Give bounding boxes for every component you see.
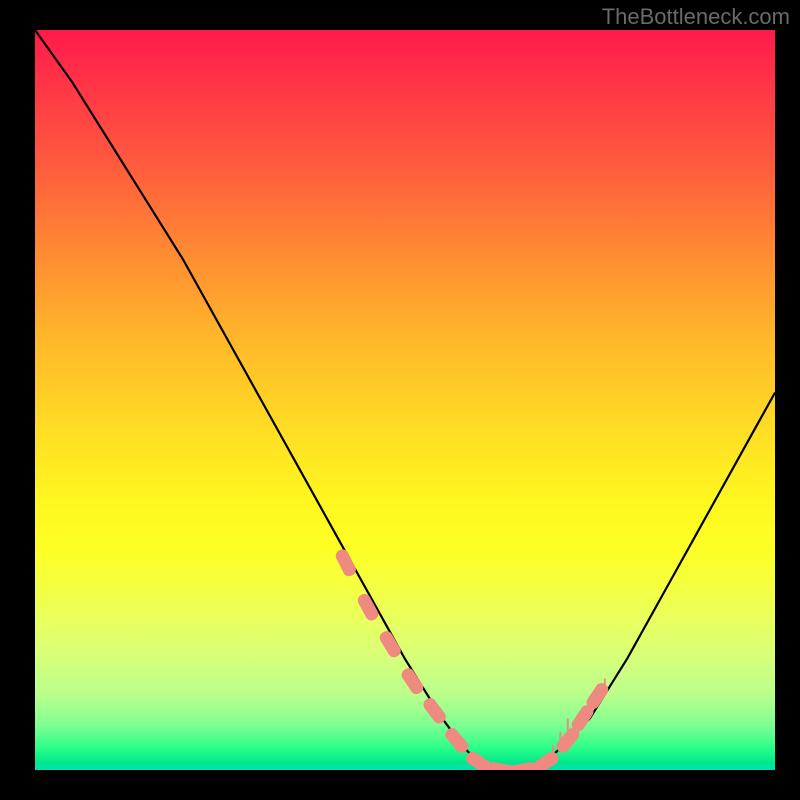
marker-pill (334, 547, 358, 578)
plot-area (35, 30, 775, 770)
marker-pill (377, 629, 403, 660)
watermark-text: TheBottleneck.com (602, 4, 790, 30)
chart-svg (35, 30, 775, 770)
marker-pill (399, 666, 425, 697)
bottleneck-curve (35, 30, 775, 770)
marker-band (334, 547, 611, 770)
